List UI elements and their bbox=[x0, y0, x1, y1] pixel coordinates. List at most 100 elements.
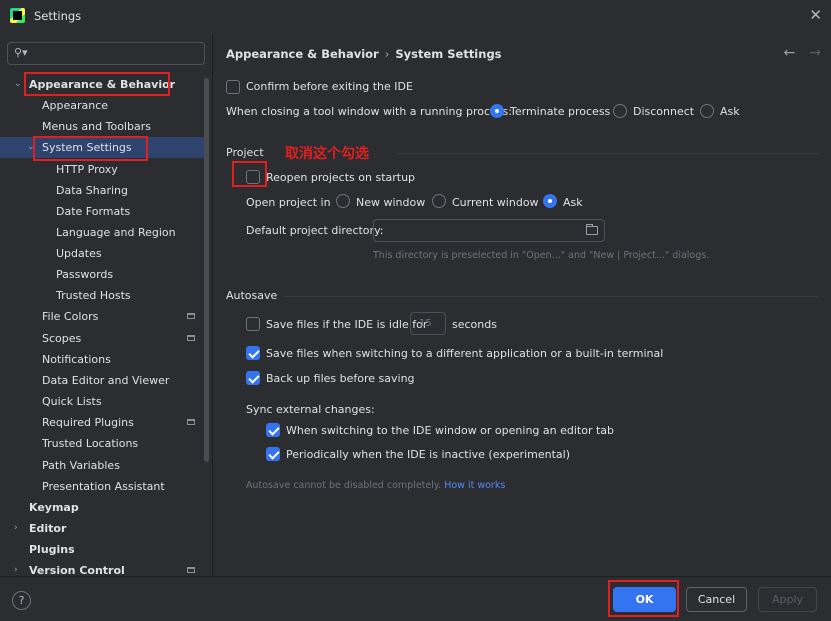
how-it-works-link[interactable]: How it works bbox=[444, 480, 505, 491]
new-window-radio[interactable] bbox=[336, 194, 350, 208]
apply-button[interactable]: Apply bbox=[758, 587, 817, 612]
sidebar-item-scopes[interactable]: Scopes bbox=[0, 328, 204, 349]
sync-switch-checkbox[interactable] bbox=[266, 423, 280, 437]
autosave-note: Autosave cannot be disabled completely. … bbox=[246, 480, 505, 491]
forward-arrow-icon[interactable]: → bbox=[809, 45, 821, 61]
annotation-box-system-settings bbox=[33, 136, 148, 161]
back-arrow-icon[interactable]: ← bbox=[784, 45, 796, 61]
disconnect-label: Disconnect bbox=[633, 105, 695, 118]
sidebar-item-path-variables[interactable]: Path Variables bbox=[0, 455, 204, 476]
annotation-text: 取消这个勾选 bbox=[285, 146, 369, 162]
idle-seconds-input[interactable]: 15 bbox=[410, 312, 446, 335]
sidebar-item-presentation-assistant[interactable]: Presentation Assistant bbox=[0, 476, 204, 497]
sidebar-item-label: Notifications bbox=[42, 353, 111, 366]
sidebar-item-updates[interactable]: Updates bbox=[0, 243, 204, 264]
project-scope-icon bbox=[187, 313, 195, 319]
sync-external-label: Sync external changes: bbox=[246, 403, 375, 416]
sidebar-scrollbar[interactable] bbox=[204, 78, 209, 462]
annotation-box-ok bbox=[608, 580, 679, 617]
sidebar-item-label: Menus and Toolbars bbox=[42, 120, 151, 133]
help-button[interactable]: ? bbox=[12, 591, 31, 610]
sidebar-item-required-plugins[interactable]: Required Plugins bbox=[0, 412, 204, 433]
backup-label: Back up files before saving bbox=[266, 372, 415, 385]
current-window-label: Current window bbox=[452, 196, 539, 209]
reopen-projects-label: Reopen projects on startup bbox=[266, 171, 416, 184]
new-window-label: New window bbox=[356, 196, 426, 209]
default-directory-hint: This directory is preselected in "Open..… bbox=[373, 250, 710, 261]
save-idle-checkbox[interactable] bbox=[246, 317, 260, 331]
current-window-radio[interactable] bbox=[432, 194, 446, 208]
chevron-right-icon[interactable]: › bbox=[14, 560, 18, 576]
close-icon[interactable]: ✕ bbox=[809, 6, 822, 24]
terminate-process-radio[interactable] bbox=[490, 104, 504, 118]
sync-periodic-label: Periodically when the IDE is inactive (e… bbox=[286, 448, 570, 461]
sidebar-item-quick-lists[interactable]: Quick Lists bbox=[0, 391, 204, 412]
ask-label: Ask bbox=[720, 105, 740, 118]
sidebar-item-trusted-hosts[interactable]: Trusted Hosts bbox=[0, 285, 204, 306]
sidebar-item-label: HTTP Proxy bbox=[56, 163, 118, 176]
confirm-exit-label: Confirm before exiting the IDE bbox=[246, 80, 413, 93]
annotation-box-reopen bbox=[232, 161, 267, 187]
sidebar-item-appearance[interactable]: Appearance bbox=[0, 95, 204, 116]
sidebar-item-label: Trusted Locations bbox=[42, 437, 139, 450]
sidebar-item-keymap[interactable]: Keymap bbox=[0, 497, 204, 518]
disconnect-radio[interactable] bbox=[613, 104, 627, 118]
sidebar-item-version-control[interactable]: › Version Control bbox=[0, 560, 204, 576]
chevron-right-icon[interactable]: › bbox=[14, 518, 18, 539]
ask-radio[interactable] bbox=[700, 104, 714, 118]
open-project-in-label: Open project in bbox=[246, 196, 331, 209]
cancel-button[interactable]: Cancel bbox=[686, 587, 747, 612]
save-idle-label: Save files if the IDE is idle for bbox=[266, 318, 428, 331]
breadcrumb: Appearance & Behavior › System Settings bbox=[226, 47, 502, 61]
section-divider bbox=[283, 296, 818, 297]
sidebar-item-label: File Colors bbox=[42, 310, 99, 323]
sidebar-item-menus-toolbars[interactable]: Menus and Toolbars bbox=[0, 116, 204, 137]
search-input[interactable] bbox=[34, 45, 199, 62]
backup-checkbox[interactable] bbox=[246, 371, 260, 385]
sidebar-item-label: Quick Lists bbox=[42, 395, 102, 408]
ask-open-radio[interactable] bbox=[543, 194, 557, 208]
terminate-process-label: Terminate process bbox=[510, 105, 611, 118]
folder-icon[interactable] bbox=[586, 224, 598, 235]
sidebar-item-file-colors[interactable]: File Colors bbox=[0, 306, 204, 327]
breadcrumb-current: System Settings bbox=[395, 47, 502, 61]
sidebar-item-label: Trusted Hosts bbox=[56, 289, 131, 302]
sidebar-item-label: Data Editor and Viewer bbox=[42, 374, 170, 387]
sidebar-item-language-region[interactable]: Language and Region bbox=[0, 222, 204, 243]
window-title: Settings bbox=[34, 9, 82, 23]
sidebar-item-label: Data Sharing bbox=[56, 184, 128, 197]
idle-seconds-unit: seconds bbox=[452, 318, 497, 331]
default-directory-field[interactable] bbox=[373, 219, 605, 242]
sidebar-item-passwords[interactable]: Passwords bbox=[0, 264, 204, 285]
autosave-note-text: Autosave cannot be disabled completely. bbox=[246, 480, 442, 491]
breadcrumb-separator: › bbox=[384, 47, 390, 61]
sidebar-item-trusted-locations[interactable]: Trusted Locations bbox=[0, 433, 204, 454]
sidebar-item-data-editor-viewer[interactable]: Data Editor and Viewer bbox=[0, 370, 204, 391]
nav-arrows: ← → bbox=[770, 45, 821, 61]
project-scope-icon bbox=[187, 335, 195, 341]
sidebar-item-http-proxy[interactable]: HTTP Proxy bbox=[0, 159, 204, 180]
search-box[interactable]: ⚲▾ bbox=[7, 42, 205, 65]
sidebar-item-label: Date Formats bbox=[56, 205, 131, 218]
chevron-down-icon[interactable]: ⌄ bbox=[14, 74, 22, 95]
annotation-box-appearance bbox=[24, 72, 170, 96]
sidebar-item-plugins[interactable]: Plugins bbox=[0, 539, 204, 560]
settings-content: Appearance & Behavior › System Settings ← →… bbox=[213, 34, 831, 576]
confirm-exit-checkbox[interactable] bbox=[226, 80, 240, 94]
save-switching-checkbox[interactable] bbox=[246, 346, 260, 360]
ask-open-label: Ask bbox=[563, 196, 583, 209]
sidebar-item-label: Updates bbox=[56, 247, 102, 260]
sidebar-item-notifications[interactable]: Notifications bbox=[0, 349, 204, 370]
sync-periodic-checkbox[interactable] bbox=[266, 447, 280, 461]
sidebar-item-data-sharing[interactable]: Data Sharing bbox=[0, 180, 204, 201]
breadcrumb-parent[interactable]: Appearance & Behavior bbox=[226, 47, 379, 61]
sidebar-item-label: Scopes bbox=[42, 332, 82, 345]
project-section-title: Project bbox=[226, 146, 264, 159]
save-switching-label: Save files when switching to a different… bbox=[266, 347, 664, 360]
project-scope-icon bbox=[187, 419, 195, 425]
sidebar-item-label: Plugins bbox=[29, 543, 75, 556]
sidebar-item-editor[interactable]: › Editor bbox=[0, 518, 204, 539]
sidebar-item-date-formats[interactable]: Date Formats bbox=[0, 201, 204, 222]
sidebar-item-label: Keymap bbox=[29, 501, 79, 514]
sync-switch-label: When switching to the IDE window or open… bbox=[286, 424, 615, 437]
